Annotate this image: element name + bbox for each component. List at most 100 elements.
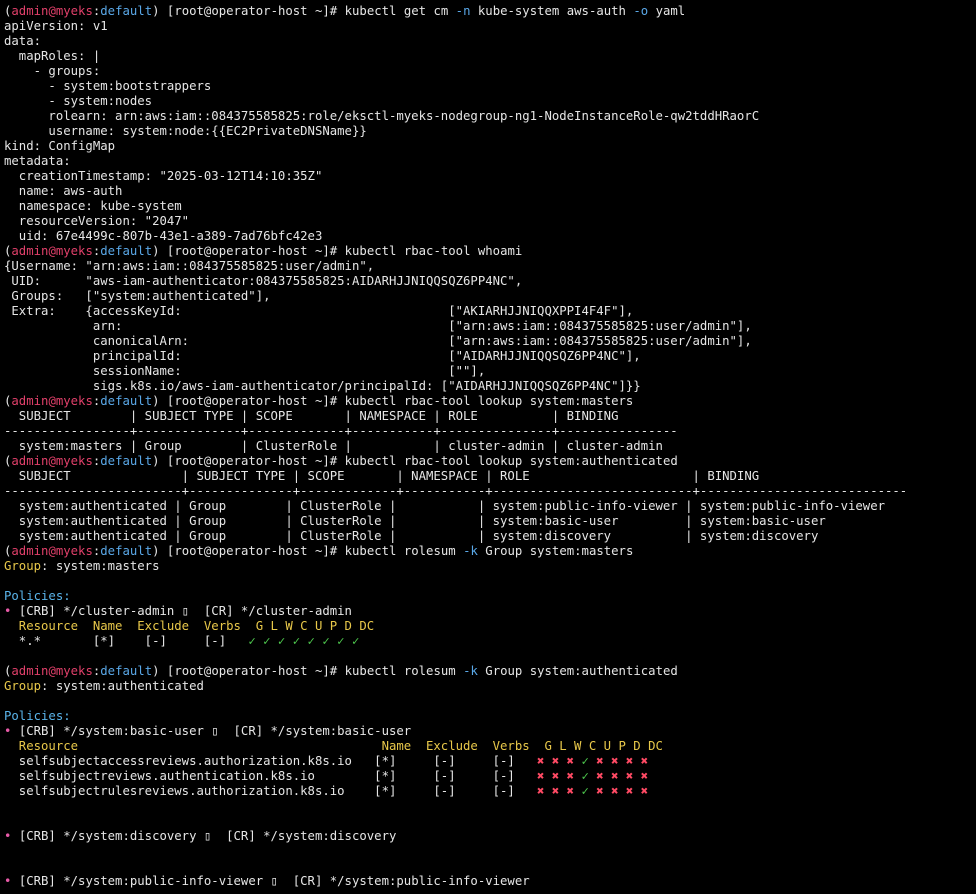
- prompt-rest: ) [root@operator-host ~]#: [152, 454, 345, 468]
- prompt-at: @: [48, 664, 56, 678]
- output-line: data:: [4, 34, 976, 49]
- output-text: - system:nodes: [4, 94, 153, 108]
- cross-icon: ✖ ✖ ✖ ✖: [596, 769, 649, 783]
- command-text: Group system:masters: [477, 544, 634, 558]
- output-text: SUBJECT | SUBJECT TYPE | SCOPE | NAMESPA…: [4, 409, 619, 423]
- output-line: name: aws-auth: [4, 184, 976, 199]
- command-text: kube-system aws-auth: [470, 4, 634, 18]
- prompt-context: default: [100, 664, 153, 678]
- output-line: ------------------------+--------------+…: [4, 484, 976, 499]
- shell-prompt-line: (admin@myeks:default) [root@operator-hos…: [4, 544, 976, 559]
- prompt-host: myeks: [55, 664, 93, 678]
- output-line: SUBJECT | SUBJECT TYPE | SCOPE | NAMESPA…: [4, 409, 976, 424]
- output-text: data:: [4, 34, 42, 48]
- output-line: Policies:: [4, 709, 976, 724]
- cross-icon: ✖ ✖ ✖ ✖: [596, 754, 649, 768]
- output-text: SUBJECT | SUBJECT TYPE | SCOPE | NAMESPA…: [4, 469, 760, 483]
- output-line: *.* [*] [-] [-] ✓ ✓ ✓ ✓ ✓ ✓ ✓ ✓: [4, 634, 976, 649]
- prompt-host: myeks: [55, 394, 93, 408]
- output-line: Group: system:masters: [4, 559, 976, 574]
- output-line: selfsubjectreviews.authentication.k8s.io…: [4, 769, 976, 784]
- output-text: [CRB] */system:discovery ▯ [CR] */system…: [18, 829, 397, 843]
- prompt-at: @: [48, 544, 56, 558]
- output-text: selfsubjectrulesreviews.authorization.k8…: [4, 784, 538, 798]
- output-line: Group: system:authenticated: [4, 679, 976, 694]
- output-text: : system:masters: [41, 559, 160, 573]
- output-line: arn: ["arn:aws:iam::084375585825:user/ad…: [4, 319, 976, 334]
- output-line: canonicalArn: ["arn:aws:iam::08437558582…: [4, 334, 976, 349]
- cli-flag: -k: [463, 664, 478, 678]
- key-label: Resource Name Exclude Verbs G L W C U P …: [4, 739, 663, 753]
- output-line: - system:bootstrappers: [4, 79, 976, 94]
- output-text: arn: ["arn:aws:iam::084375585825:user/ad…: [4, 319, 752, 333]
- output-line: • [CRB] */cluster-admin ▯ [CR] */cluster…: [4, 604, 976, 619]
- output-line: Resource Name Exclude Verbs G L W C U P …: [4, 739, 976, 754]
- command-text: kubectl rolesum: [344, 664, 464, 678]
- output-text: system:masters | Group | ClusterRole | |…: [4, 439, 663, 453]
- output-line: Resource Name Exclude Verbs G L W C U P …: [4, 619, 976, 634]
- prompt-user: admin: [11, 394, 49, 408]
- output-line: SUBJECT | SUBJECT TYPE | SCOPE | NAMESPA…: [4, 469, 976, 484]
- prompt-user: admin: [11, 4, 49, 18]
- output-line: kind: ConfigMap: [4, 139, 976, 154]
- prompt-at: @: [48, 4, 56, 18]
- section-title: Policies:: [4, 589, 71, 603]
- output-text: -----------------+--------------+-------…: [4, 424, 678, 438]
- output-line: - groups:: [4, 64, 976, 79]
- prompt-rest: ) [root@operator-host ~]#: [152, 244, 345, 258]
- prompt-user: admin: [11, 244, 49, 258]
- output-line: system:authenticated | Group | ClusterRo…: [4, 529, 976, 544]
- cross-icon: ✖ ✖ ✖: [537, 769, 582, 783]
- output-line: selfsubjectaccessreviews.authorization.k…: [4, 754, 976, 769]
- check-icon: ✓: [581, 784, 597, 798]
- output-line: Extra: {accessKeyId: ["AKIARHJJNIQQXPPI4…: [4, 304, 976, 319]
- cross-icon: ✖ ✖ ✖: [537, 784, 582, 798]
- prompt-context: default: [100, 454, 153, 468]
- bullet-icon: •: [4, 604, 19, 618]
- output-text: mapRoles: |: [4, 49, 101, 63]
- output-line: -----------------+--------------+-------…: [4, 424, 976, 439]
- output-line: principalId: ["AIDARHJJNIQQSQZ6PP4NC"],: [4, 349, 976, 364]
- check-icon: ✓ ✓ ✓ ✓ ✓ ✓ ✓ ✓: [248, 634, 360, 648]
- check-icon: ✓: [581, 769, 597, 783]
- prompt-at: @: [48, 454, 56, 468]
- bullet-icon: •: [4, 874, 19, 888]
- output-text: - groups:: [4, 64, 101, 78]
- prompt-rest: ) [root@operator-host ~]#: [152, 4, 345, 18]
- command-text: kubectl rbac-tool lookup system:masters: [344, 394, 634, 408]
- output-text: principalId: ["AIDARHJJNIQQSQZ6PP4NC"],: [4, 349, 641, 363]
- output-line: namespace: kube-system: [4, 199, 976, 214]
- cli-flag: -o: [633, 4, 649, 18]
- output-line: sigs.k8s.io/aws-iam-authenticator/princi…: [4, 379, 976, 394]
- output-text: system:authenticated | Group | ClusterRo…: [4, 514, 826, 528]
- output-text: uid: 67e4499c-807b-43e1-a389-7ad76bfc42e…: [4, 229, 323, 243]
- prompt-context: default: [100, 4, 153, 18]
- output-text: [CRB] */cluster-admin ▯ [CR] */cluster-a…: [18, 604, 352, 618]
- output-text: resourceVersion: "2047": [4, 214, 190, 228]
- terminal-output[interactable]: (admin@myeks:default) [root@operator-hos…: [0, 0, 976, 894]
- output-line: creationTimestamp: "2025-03-12T14:10:35Z…: [4, 169, 976, 184]
- output-text: {Username: "arn:aws:iam::084375585825:us…: [4, 259, 375, 273]
- command-text: kubectl rbac-tool whoami: [344, 244, 523, 258]
- output-line: • [CRB] */system:basic-user ▯ [CR] */sys…: [4, 724, 976, 739]
- output-text: username: system:node:{{EC2PrivateDNSNam…: [4, 124, 367, 138]
- output-text: : system:authenticated: [41, 679, 204, 693]
- output-line: Groups: ["system:authenticated"],: [4, 289, 976, 304]
- output-line: sessionName: [""],: [4, 364, 976, 379]
- output-text: namespace: kube-system: [4, 199, 182, 213]
- command-text: kubectl rbac-tool lookup system:authenti…: [344, 454, 678, 468]
- shell-prompt-line: (admin@myeks:default) [root@operator-hos…: [4, 244, 976, 259]
- output-text: selfsubjectaccessreviews.authorization.k…: [4, 754, 538, 768]
- key-label: Group: [4, 679, 42, 693]
- command-text: Group system:authenticated: [477, 664, 678, 678]
- output-text: creationTimestamp: "2025-03-12T14:10:35Z…: [4, 169, 323, 183]
- shell-prompt-line: (admin@myeks:default) [root@operator-hos…: [4, 664, 976, 679]
- output-text: system:authenticated | Group | ClusterRo…: [4, 529, 819, 543]
- output-text: apiVersion: v1: [4, 19, 108, 33]
- shell-prompt-line: (admin@myeks:default) [root@operator-hos…: [4, 394, 976, 409]
